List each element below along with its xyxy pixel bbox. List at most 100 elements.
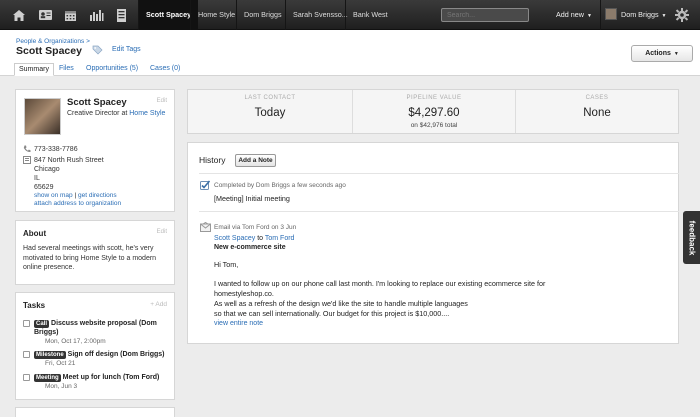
tasks-card: Tasks + Add Call Discuss website proposal… [15,292,175,400]
add-new-label: Add new [556,10,584,19]
tag-icon [92,45,103,57]
chevron-down-icon: ▼ [673,51,679,57]
get-directions-link[interactable]: get directions [78,192,117,199]
email-to-word: to [257,235,264,242]
task-checkbox[interactable] [23,351,30,358]
about-text: Had several meetings with scott, he's ve… [23,245,157,271]
email-icon [200,221,211,234]
map-links: show on map | get directions [34,192,117,199]
nav-tab-home-style[interactable]: Home Style [190,0,242,30]
task-badge: Meeting [34,374,61,382]
email-from-link[interactable]: Scott Spacey [214,235,255,242]
task-item: Meeting Meet up for lunch (Tom Ford) Mon,… [23,373,173,393]
task-date: Mon, Jun 3 [45,383,78,390]
stat-cases: CASES None [515,90,678,133]
stat-label: PIPELINE VALUE [406,95,462,101]
role-text: Creative Director at [67,110,128,117]
divider [199,173,679,174]
edit-profile-link[interactable]: Edit [157,98,167,104]
about-title: About [23,229,47,238]
profile-card: Scott Spacey Edit Creative Director at H… [15,89,175,212]
address-icon [23,156,31,166]
sidebar-card-partial [15,407,175,417]
page-title: Scott Spacey [16,45,82,57]
user-menu[interactable]: Dom Briggs ▼ [600,0,667,30]
chevron-down-icon: ▼ [661,13,667,19]
completed-checkbox-icon [200,180,211,192]
task-title[interactable]: Milestone Sign off design (Dom Briggs) [34,350,172,359]
email-subject: New e-commerce site [214,244,286,251]
add-note-button[interactable]: Add a Note [235,154,276,167]
phone-number: 773-338-7786 [34,146,78,153]
email-body-line: homestyleshop.co. [214,289,274,298]
contact-name: Scott Spacey [67,97,127,108]
tab-files[interactable]: Files [55,63,78,76]
tab-cases[interactable]: Cases (0) [146,63,184,76]
cases-icon[interactable] [110,5,132,25]
nav-tab-bank-west[interactable]: Bank West [345,0,395,30]
task-checkbox[interactable] [23,374,30,381]
task-item: Call Discuss website proposal (Dom Briggs… [23,319,173,349]
task-badge: Call [34,320,50,328]
top-nav-bar: Scott Spacey Home Style Dom Briggs Sarah… [0,0,700,30]
breadcrumb[interactable]: People & Organizations > [16,38,90,45]
phone-icon [23,145,31,155]
nav-tab-dom-briggs[interactable]: Dom Briggs [236,0,289,30]
attach-address-link[interactable]: attach address to organization [34,200,121,207]
email-body-line: As well as a refresh of the design we'd … [214,299,468,308]
task-text: Sign off design (Dom Briggs) [67,351,165,358]
entry-meta: Completed by Dom Briggs a few seconds ag… [214,182,346,189]
address-city: Chicago [34,166,60,173]
avatar [24,98,61,135]
gear-icon[interactable] [674,7,690,25]
stat-label: CASES [585,95,609,101]
address-line-1: 847 North Rush Street [34,157,104,164]
reports-icon[interactable] [85,5,107,25]
organization-link[interactable]: Home Style [129,110,165,117]
history-panel: History Add a Note Completed by Dom Brig… [187,142,679,344]
entry-meta: Email via Tom Ford on 3 Jun [214,224,297,231]
task-date: Fri, Oct 21 [45,360,76,367]
home-icon[interactable] [8,5,30,25]
stat-last-contact: LAST CONTACT Today [188,90,352,133]
task-text: Discuss website proposal (Dom Briggs) [34,320,157,336]
chevron-down-icon: ▼ [586,13,592,19]
email-body-line: I wanted to follow up on our phone call … [214,279,546,288]
edit-about-link[interactable]: Edit [157,229,167,235]
stat-value: None [583,107,611,119]
contacts-icon[interactable] [34,5,56,25]
stat-subtext: on $42,976 total [410,122,458,129]
email-to-link[interactable]: Tom Ford [265,235,295,242]
show-on-map-link[interactable]: show on map [34,192,73,199]
stat-value: Today [254,107,286,119]
search-input[interactable] [441,8,529,22]
view-entire-note-row: view entire note [214,320,263,327]
entry-text: [Meeting] Initial meeting [214,194,290,203]
stat-pipeline-value: PIPELINE VALUE $4,297.60 on $42,976 tota… [352,90,515,133]
task-title[interactable]: Meeting Meet up for lunch (Tom Ford) [34,373,172,382]
feedback-label: feedback [687,220,696,255]
calendar-icon[interactable] [59,5,81,25]
edit-tags-link[interactable]: Edit Tags [112,46,141,53]
email-greeting: Hi Tom, [214,260,239,269]
feedback-tab[interactable]: feedback [683,211,700,264]
user-name: Dom Briggs [621,10,659,19]
attach-address-row: attach address to organization [34,200,121,208]
actions-button[interactable]: Actions ▼ [631,45,693,62]
task-badge: Milestone [34,351,66,359]
stat-value: $4,297.60 [408,107,460,119]
view-entire-note-link[interactable]: view entire note [214,320,263,327]
add-new-menu[interactable]: Add new ▼ [556,0,592,30]
task-checkbox[interactable] [23,320,30,327]
address-zip: 65629 [34,184,54,191]
task-date: Mon, Oct 17, 2:00pm [45,338,106,345]
add-task-link[interactable]: + Add [150,301,167,308]
stat-label: LAST CONTACT [244,95,296,101]
task-item: Milestone Sign off design (Dom Briggs) Fr… [23,350,173,370]
address-state: IL [34,175,40,182]
history-title: History [199,155,226,165]
tab-opportunities[interactable]: Opportunities (5) [82,63,142,76]
tasks-title: Tasks [23,301,46,310]
tab-summary[interactable]: Summary [14,63,54,76]
task-title[interactable]: Call Discuss website proposal (Dom Briggs… [34,319,172,337]
